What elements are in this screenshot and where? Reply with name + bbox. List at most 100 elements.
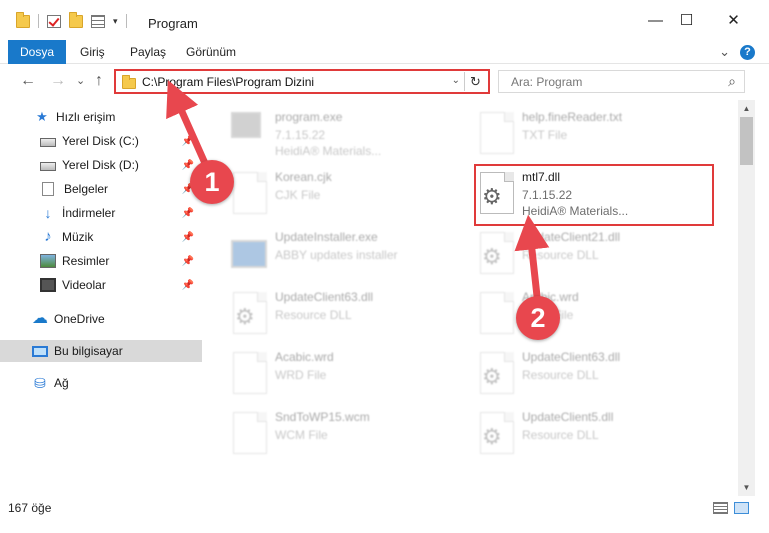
tab-giris[interactable]: Giriş xyxy=(80,40,105,64)
drive-icon xyxy=(40,138,56,147)
sidebar-item-this-pc[interactable]: Bu bilgisayar xyxy=(0,340,202,362)
tab-paylas[interactable]: Paylaş xyxy=(130,40,166,64)
navigation-pane: ★ Hızlı erişim Yerel Disk (C:) 📌 Yerel D… xyxy=(0,100,205,491)
file-tile[interactable]: Korean.cjk CJK File xyxy=(229,166,459,222)
file-name: UpdateClient5.dll xyxy=(522,410,614,424)
sidebar-item-pictures[interactable]: Resimler 📌 xyxy=(0,250,202,272)
gear-icon: ⚙ xyxy=(482,244,502,269)
step-marker-2: 2 xyxy=(516,296,560,340)
sidebar-item-documents[interactable]: Belgeler 📌 xyxy=(0,178,202,200)
title-bar: ▾ Program — ☐ ✕ xyxy=(0,0,769,40)
documents-icon xyxy=(42,182,54,196)
ribbon-right-controls: ⌄ ? xyxy=(719,44,755,60)
music-icon: ♪ xyxy=(44,228,52,245)
sidebar-item-label: Bu bilgisayar xyxy=(54,344,123,358)
file-detail: WRD File xyxy=(275,368,327,382)
sidebar-item-local-disk-c[interactable]: Yerel Disk (C:) 📌 xyxy=(0,130,202,152)
qat-separator xyxy=(125,14,127,28)
large-icons-view-icon[interactable] xyxy=(734,502,749,514)
address-bar[interactable]: C:\Program Files\Program Dizini ⌄ ↻ xyxy=(114,69,490,94)
file-tile[interactable]: Acabic.wrd WRD File xyxy=(229,346,459,402)
sidebar-item-label: Yerel Disk (D:) xyxy=(62,158,139,172)
text-file-icon xyxy=(480,112,514,154)
sidebar-item-label: OneDrive xyxy=(54,312,105,326)
quick-access-toolbar: ▾ xyxy=(16,11,127,28)
file-detail: Resource DLL xyxy=(522,248,599,262)
installer-icon xyxy=(231,240,267,268)
help-icon[interactable]: ? xyxy=(740,44,755,60)
forward-arrow-icon[interactable]: → xyxy=(50,72,66,90)
sidebar-item-label: Videolar xyxy=(62,278,106,292)
scroll-up-icon[interactable]: ▲ xyxy=(738,100,755,117)
file-detail: CJK File xyxy=(275,188,321,202)
sidebar-item-network[interactable]: ⛁ Ağ xyxy=(0,372,202,394)
sidebar-item-videos[interactable]: Videolar 📌 xyxy=(0,274,202,296)
file-name: Acabic.wrd xyxy=(275,350,334,364)
up-arrow-icon[interactable]: ↑ xyxy=(95,72,103,90)
expand-ribbon-icon[interactable]: ⌄ xyxy=(719,44,730,60)
pin-icon[interactable]: 📌 xyxy=(182,280,194,291)
item-count: 167 öğe xyxy=(8,501,52,515)
sidebar-item-label: Belgeler xyxy=(64,182,109,196)
close-button[interactable]: ✕ xyxy=(711,0,756,40)
sidebar-item-local-disk-d[interactable]: Yerel Disk (D:) 📌 xyxy=(0,154,202,176)
highlight-box xyxy=(474,164,714,226)
file-detail: ABBY updates installer xyxy=(275,248,398,262)
file-name: program.exe xyxy=(275,110,343,124)
file-name: UpdateInstaller.exe xyxy=(275,230,378,244)
tab-dosya[interactable]: Dosya xyxy=(8,40,66,64)
file-name: UpdateClient63.dll xyxy=(275,290,374,304)
address-path[interactable]: C:\Program Files\Program Dizini xyxy=(142,75,314,89)
vertical-scrollbar[interactable]: ▲ ▼ xyxy=(738,100,755,496)
search-box[interactable]: Ara: Program ⌕ xyxy=(498,70,745,93)
refresh-icon[interactable]: ↻ xyxy=(464,72,486,91)
this-pc-icon xyxy=(32,345,48,357)
maximize-button[interactable]: ☐ xyxy=(664,0,709,40)
sidebar-item-label: Müzik xyxy=(62,230,94,244)
folder-icon[interactable] xyxy=(16,11,30,28)
file-tile[interactable]: ⚙ UpdateClient63.dll Resource DLL xyxy=(229,286,459,342)
sidebar-item-onedrive[interactable]: ☁ OneDrive xyxy=(0,308,202,330)
search-icon[interactable]: ⌕ xyxy=(728,73,736,90)
pin-icon[interactable]: 📌 xyxy=(182,256,194,267)
generic-file-icon xyxy=(233,412,267,454)
file-tile[interactable]: UpdateInstaller.exe ABBY updates install… xyxy=(229,226,459,282)
pictures-icon xyxy=(40,254,56,268)
file-tile[interactable]: SndToWP15.wcm WCM File xyxy=(229,406,459,462)
file-tile[interactable]: help.fineReader.txt TXT File xyxy=(476,106,706,162)
scroll-thumb[interactable] xyxy=(740,117,753,165)
pin-icon[interactable]: 📌 xyxy=(182,208,194,219)
details-view-icon[interactable] xyxy=(713,502,728,514)
pin-icon[interactable]: 📌 xyxy=(182,160,194,171)
pin-icon[interactable]: 📌 xyxy=(182,232,194,243)
sidebar-item-quick-access[interactable]: ★ Hızlı erişim xyxy=(0,106,202,128)
sidebar-item-label: Resimler xyxy=(62,254,110,268)
scroll-down-icon[interactable]: ▼ xyxy=(738,479,755,496)
generic-file-icon xyxy=(233,172,267,214)
star-icon: ★ xyxy=(36,109,48,124)
gear-icon: ⚙ xyxy=(235,304,255,329)
sidebar-item-music[interactable]: ♪ Müzik 📌 xyxy=(0,226,202,248)
file-detail: Resource DLL xyxy=(522,368,599,382)
gear-icon: ⚙ xyxy=(482,364,502,389)
file-tile[interactable]: Arabic.wrd WRD File xyxy=(476,286,706,342)
file-tile[interactable]: ⚙ UpdateClient63.dll Resource DLL xyxy=(476,346,706,402)
pin-icon[interactable]: 📌 xyxy=(182,136,194,147)
file-tile[interactable]: ⚙ UpdateClient5.dll Resource DLL xyxy=(476,406,706,462)
navigation-bar: ← → ⌄ ↑ C:\Program Files\Program Dizini … xyxy=(0,64,769,100)
file-tile[interactable]: program.exe 7.1.15.22 HeidiA® Materials.… xyxy=(229,106,459,162)
properties-check-icon[interactable] xyxy=(47,14,61,28)
sidebar-item-downloads[interactable]: ↓ İndirmeler 📌 xyxy=(0,202,202,224)
address-dropdown-icon[interactable]: ⌄ xyxy=(452,75,460,86)
recent-locations-icon[interactable]: ⌄ xyxy=(76,74,85,87)
window-title: Program xyxy=(148,16,198,31)
qat-dropdown-icon[interactable]: ▾ xyxy=(113,16,118,27)
file-tile[interactable]: ⚙ UpdateClient21.dll Resource DLL xyxy=(476,226,706,282)
search-placeholder: Ara: Program xyxy=(511,75,583,89)
new-folder-icon[interactable] xyxy=(69,11,83,28)
back-arrow-icon[interactable]: ← xyxy=(20,72,36,90)
file-name: Korean.cjk xyxy=(275,170,332,184)
properties-icon[interactable] xyxy=(91,14,105,28)
network-icon: ⛁ xyxy=(34,375,46,391)
tab-gorunum[interactable]: Görünüm xyxy=(186,40,236,64)
